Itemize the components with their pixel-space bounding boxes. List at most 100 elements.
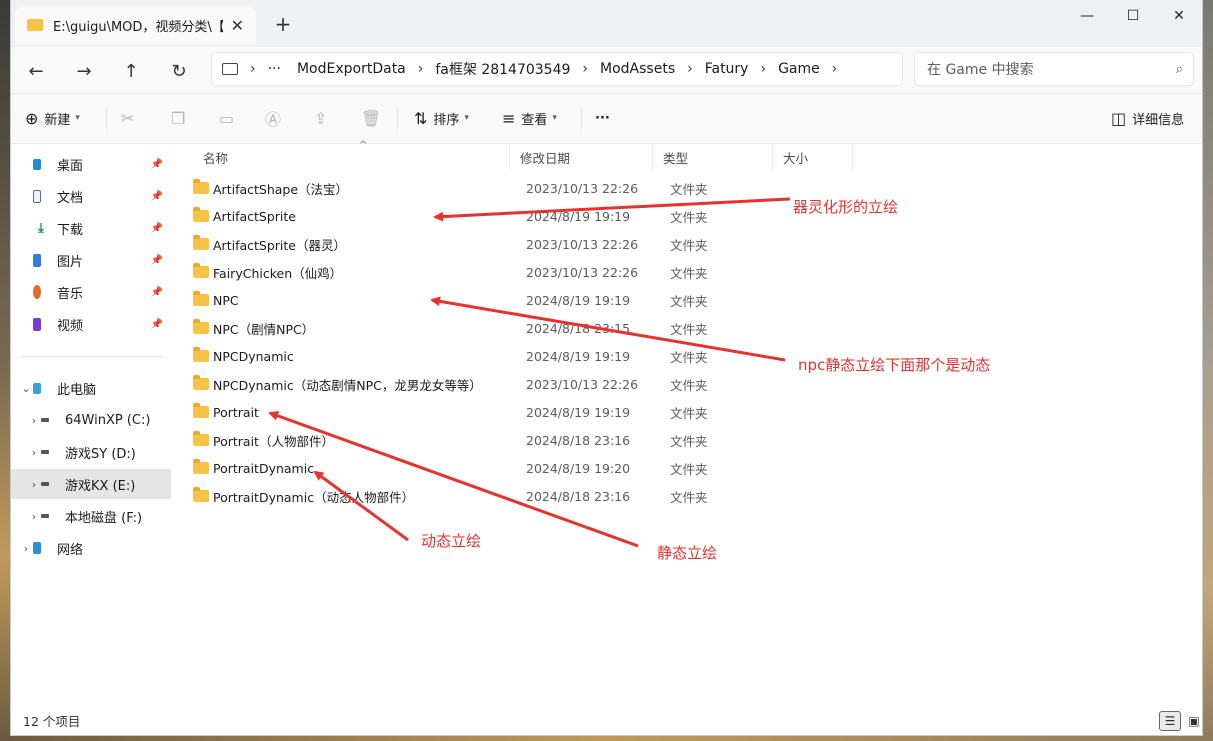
file-name: ArtifactShape（法宝） [213, 181, 349, 197]
file-type: 文件夹 [670, 349, 708, 365]
drive-icon [41, 482, 49, 486]
more-options-button[interactable]: ··· [595, 104, 610, 132]
breadcrumb-modexportdata[interactable]: ModExportData [297, 61, 406, 77]
sidebar-item-pictures[interactable]: 图片 📌 [11, 245, 171, 275]
chevron-right-icon[interactable]: › [760, 61, 766, 77]
file-date: 2023/10/13 22:26 [526, 180, 639, 196]
sidebar-item-videos[interactable]: 视频 📌 [11, 309, 171, 339]
large-icons-view-icon[interactable]: ▣ [1183, 711, 1202, 731]
file-type: 文件夹 [670, 321, 708, 337]
sidebar-item-downloads[interactable]: ⤓ 下载 📌 [11, 213, 171, 243]
sidebar-item-label: 64WinXP (C:) [65, 412, 151, 428]
back-arrow-icon[interactable]: ← [20, 55, 52, 87]
chevron-right-icon[interactable]: › [582, 61, 588, 77]
list-view-icon: ≡ [502, 108, 516, 128]
sidebar-item-drive-d[interactable]: › 游戏SY (D:) [11, 437, 171, 467]
file-type: 文件夹 [670, 377, 708, 393]
chevron-right-icon[interactable]: › [27, 414, 41, 427]
chevron-right-icon[interactable]: › [19, 542, 33, 555]
breadcrumb-fatury[interactable]: Fatury [705, 61, 749, 77]
column-header-size[interactable]: 大小 [773, 144, 853, 170]
breadcrumb-modassets[interactable]: ModAssets [600, 61, 675, 77]
chevron-right-icon[interactable]: › [27, 478, 41, 491]
file-type: 文件夹 [670, 461, 708, 477]
file-type: 文件夹 [670, 433, 708, 449]
file-date: 2023/10/13 22:26 [526, 264, 639, 280]
share-button[interactable]: ⇪ [314, 104, 333, 132]
documents-icon [33, 189, 41, 203]
breadcrumb-more[interactable]: ··· [268, 61, 281, 77]
rename-button[interactable]: Ⓐ [265, 104, 287, 132]
pictures-icon [33, 253, 41, 267]
up-arrow-icon[interactable]: ↑ [115, 55, 147, 87]
chevron-right-icon[interactable]: › [418, 61, 424, 77]
table-row[interactable]: ArtifactSprite（器灵） 2023/10/13 22:26 文件夹 [193, 230, 993, 258]
maximize-button[interactable]: ☐ [1110, 0, 1156, 32]
sidebar-item-documents[interactable]: 文档 📌 [11, 181, 171, 211]
sidebar-item-music[interactable]: 音乐 📌 [11, 277, 171, 307]
divider [106, 108, 107, 130]
chevron-right-icon[interactable]: › [687, 61, 693, 77]
file-date: 2024/8/18 23:16 [526, 432, 631, 448]
folder-icon [193, 207, 209, 222]
tab-close-icon[interactable]: ✕ [231, 16, 244, 35]
chevron-right-icon[interactable]: › [27, 510, 41, 523]
search-placeholder: 在 Game 中搜索 [927, 62, 1034, 78]
sort-label: 排序 [433, 112, 460, 128]
breadcrumb-fa-framework[interactable]: fa框架 2814703549 [435, 59, 570, 79]
sidebar-item-drive-f[interactable]: › 本地磁盘 (F:) [11, 501, 171, 531]
address-bar[interactable]: › ··· ModExportData › fa框架 2814703549 › … [211, 52, 903, 86]
column-header-name[interactable]: 名称 [193, 144, 510, 170]
table-row[interactable]: NPC 2024/8/19 19:19 文件夹 [193, 286, 993, 314]
sort-button[interactable]: ⇅ 排序 ▾ [414, 104, 469, 132]
rename-icon: Ⓐ [265, 110, 282, 129]
paste-button[interactable]: ▭ [219, 104, 240, 132]
tab-current[interactable]: E:\guigu\MOD，视频分类\【3 ✕ [15, 6, 256, 44]
table-row[interactable]: PortraitDynamic 2024/8/19 19:20 文件夹 [193, 454, 993, 482]
search-input[interactable]: 在 Game 中搜索 ⌕ [914, 52, 1194, 86]
new-tab-button[interactable]: + [271, 12, 295, 36]
copy-icon: ❐ [171, 108, 186, 128]
table-row[interactable]: NPC（剧情NPC） 2024/8/18 23:15 文件夹 [193, 314, 993, 342]
details-pane-button[interactable]: ◫ 详细信息 [1111, 104, 1184, 132]
sidebar-item-desktop[interactable]: 桌面 📌 [11, 149, 171, 179]
delete-button[interactable]: 🗑 [361, 104, 387, 132]
chevron-right-icon[interactable]: › [832, 61, 838, 77]
view-button[interactable]: ≡ 查看 ▾ [502, 104, 557, 132]
breadcrumb-game[interactable]: Game [778, 61, 820, 77]
title-bar: E:\guigu\MOD，视频分类\【3 ✕ + — ☐ ✕ [11, 0, 1202, 47]
divider [397, 108, 398, 130]
table-row[interactable]: PortraitDynamic（动态人物部件） 2024/8/18 23:16 文件… [193, 482, 993, 510]
forward-arrow-icon[interactable]: → [68, 55, 100, 87]
videos-icon [33, 317, 41, 331]
new-button[interactable]: ⊕ 新建 ▾ [25, 104, 80, 132]
sidebar-item-this-pc[interactable]: ⌄ 此电脑 [11, 373, 171, 403]
table-row[interactable]: Portrait（人物部件） 2024/8/18 23:16 文件夹 [193, 426, 993, 454]
download-icon: ⤓ [38, 220, 44, 236]
desktop-wallpaper-right [1203, 0, 1213, 741]
sidebar-item-drive-e[interactable]: › 游戏KX (E:) [11, 469, 171, 499]
column-header-date[interactable]: 修改日期 [510, 144, 653, 170]
table-row[interactable]: FairyChicken（仙鸡） 2023/10/13 22:26 文件夹 [193, 258, 993, 286]
cut-button[interactable]: ✂ [121, 104, 140, 132]
file-name: NPCDynamic [213, 348, 294, 364]
chevron-down-icon[interactable]: ⌄ [19, 382, 33, 395]
file-type: 文件夹 [670, 405, 708, 421]
chevron-right-icon[interactable]: › [250, 61, 256, 77]
chevron-right-icon[interactable]: › [27, 446, 41, 459]
folder-icon [193, 291, 209, 306]
address-row: ← → ↑ ↻ › ··· ModExportData › fa框架 28147… [11, 47, 1202, 94]
close-window-button[interactable]: ✕ [1156, 0, 1202, 32]
pin-icon: 📌 [150, 254, 163, 266]
sidebar-item-drive-c[interactable]: › 64WinXP (C:) [11, 405, 171, 435]
table-row[interactable]: Portrait 2024/8/19 19:19 文件夹 [193, 398, 993, 426]
minimize-button[interactable]: — [1064, 0, 1110, 32]
copy-button[interactable]: ❐ [171, 104, 191, 132]
folder-icon [193, 375, 209, 390]
refresh-icon[interactable]: ↻ [163, 55, 195, 87]
column-header-type[interactable]: 类型 [653, 144, 773, 170]
file-type: 文件夹 [670, 293, 708, 309]
details-view-icon[interactable]: ☰ [1159, 711, 1181, 731]
file-explorer-window: E:\guigu\MOD，视频分类\【3 ✕ + — ☐ ✕ ← → ↑ ↻ ›… [10, 0, 1203, 736]
sidebar-item-network[interactable]: › 网络 [11, 533, 171, 563]
